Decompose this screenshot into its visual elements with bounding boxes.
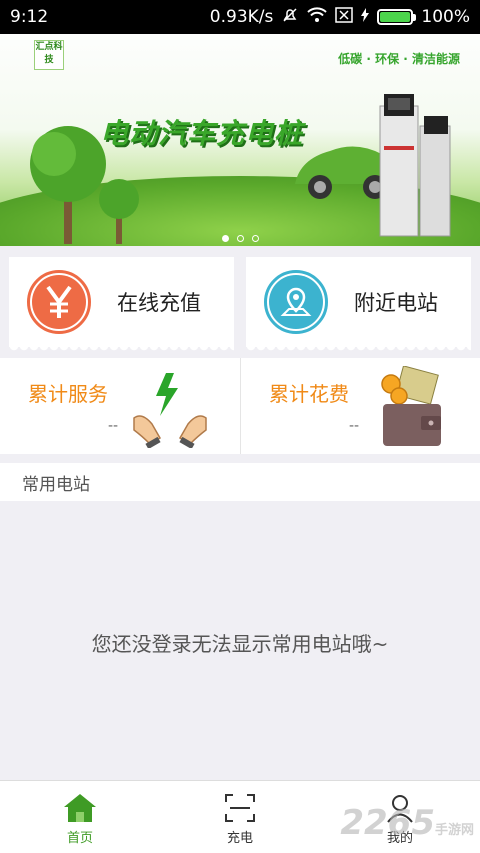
battery-icon [377,9,417,25]
favorite-stations-header: 常用电站 [0,463,480,501]
recharge-icon-ring [27,270,91,334]
watermark-number: 2265 [340,803,435,843]
banner-slogan: 低碳 · 环保 · 清洁能源 [338,52,460,66]
nearby-stations-label: 附近电站 [354,291,438,315]
total-spend-value: -- [349,418,360,434]
nav-home[interactable]: 首页 [0,781,160,853]
wifi-icon [307,6,328,28]
total-spend-title: 累计花费 [269,382,349,406]
section-title: 常用电站 [22,474,90,495]
charging-bolt-icon [361,7,370,27]
scan-icon [225,794,255,822]
hands-lightning-icon [133,373,207,448]
total-service-value: -- [108,418,119,434]
carousel-dot[interactable] [236,235,244,242]
status-right: 0.93K/s 100% [210,6,470,29]
site-watermark: 2265手游网 [340,803,474,843]
network-speed: 0.93K/s [209,7,274,27]
wallet-icon [381,366,441,446]
total-service-title: 累计服务 [28,382,108,406]
total-service-stat[interactable]: 累计服务 -- [0,358,240,454]
nav-charge-label: 充电 [226,831,253,846]
yuan-icon [32,275,86,329]
status-bar: 9:12 0.93K/s 100% [0,0,480,34]
carousel-dot[interactable] [221,235,229,242]
total-spend-stat[interactable]: 累计花费 -- [240,358,480,454]
nav-charge[interactable]: 充电 [160,781,320,853]
quick-actions: 在线充值 附近电站 [9,257,471,352]
map-pin-icon [269,275,323,329]
online-recharge-label: 在线充值 [117,291,201,315]
empty-state-message: 您还没登录无法显示常用电站哦~ [91,632,389,656]
nearby-stations-button[interactable]: 附近电站 [246,257,471,352]
stats-panel: 累计服务 -- 累计花费 -- [0,358,480,454]
mute-icon [281,6,299,29]
banner-title: 电动汽车充电桩 [100,117,304,150]
watermark-text: 手游网 [434,823,474,838]
sim-off-icon [335,6,354,28]
battery-percent: 100% [421,7,470,27]
carousel-indicator[interactable] [0,235,480,242]
carousel-dot[interactable] [251,235,259,242]
online-recharge-button[interactable]: 在线充值 [9,257,234,352]
nearby-icon-ring [264,270,328,334]
nav-home-label: 首页 [66,831,93,846]
charging-station-illustration [379,94,451,237]
company-logo: 汇点科技 [34,40,64,70]
promo-banner[interactable]: 汇点科技 低碳 · 环保 · 清洁能源 电动汽车充电桩 [0,34,480,246]
home-icon [64,794,96,822]
status-time: 9:12 [10,7,49,27]
